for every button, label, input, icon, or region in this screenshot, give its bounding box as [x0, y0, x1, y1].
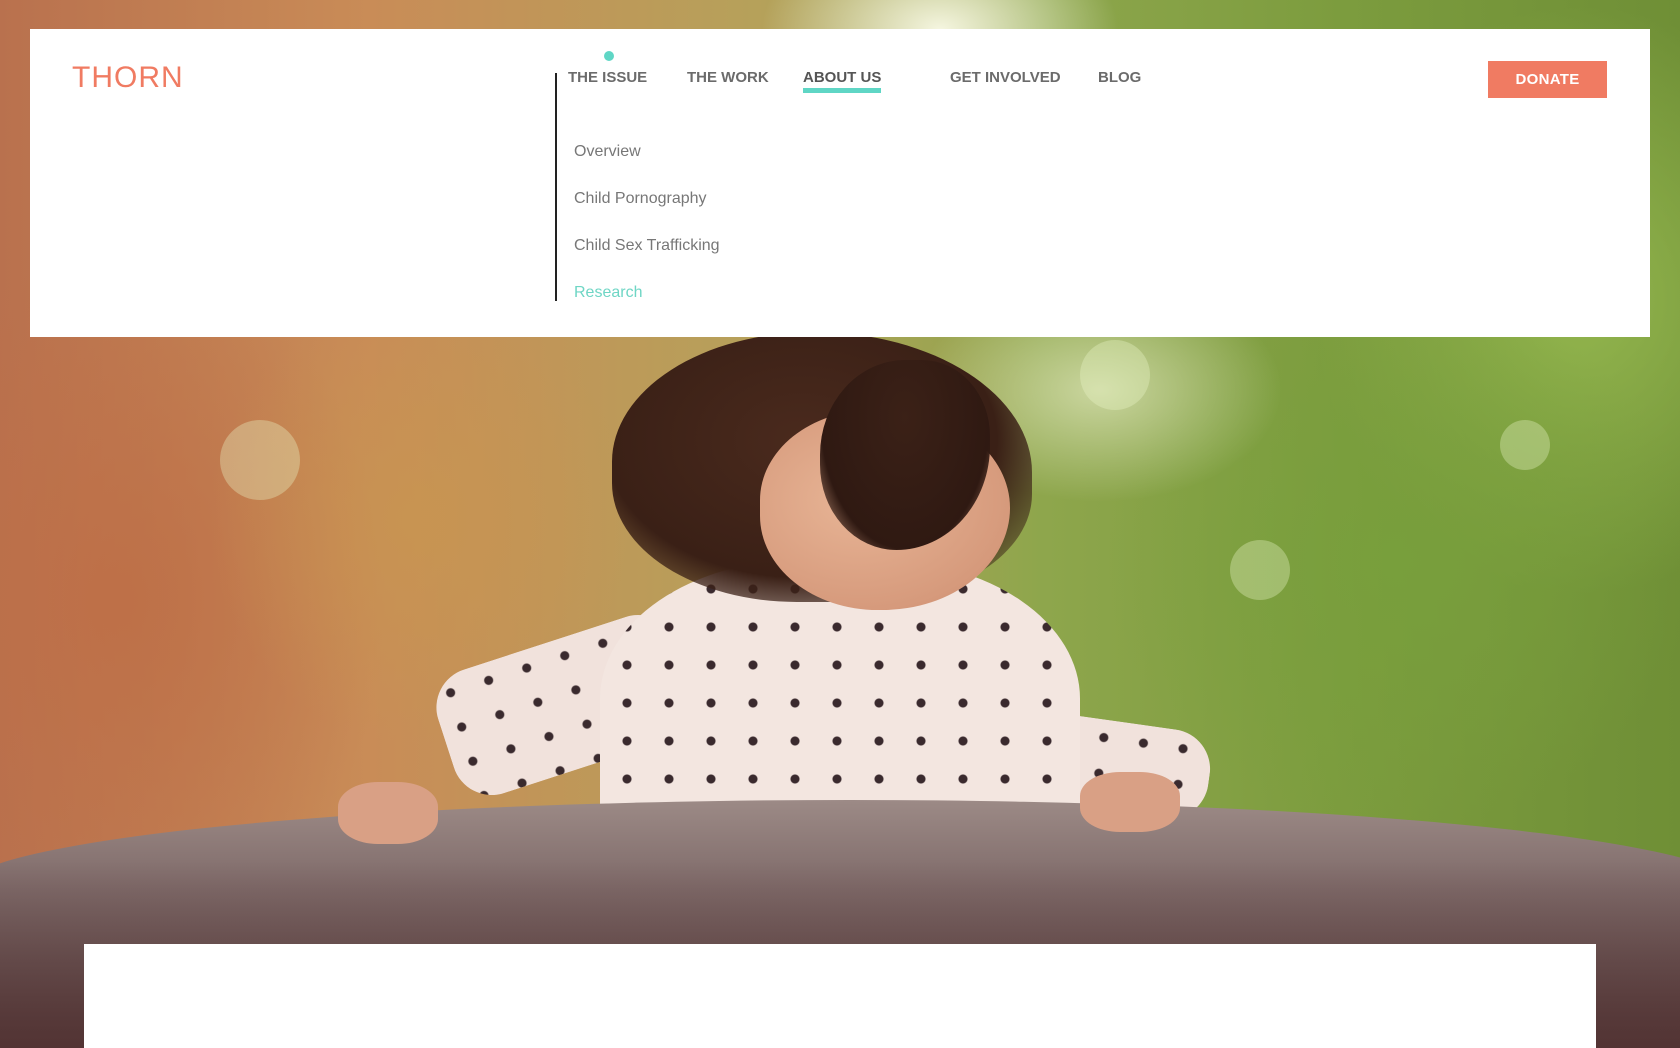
nav-blog[interactable]: BLOG: [1098, 69, 1141, 86]
child-hand: [338, 782, 438, 844]
bokeh-light: [1500, 420, 1550, 470]
bokeh-light: [1230, 540, 1290, 600]
nav-the-issue[interactable]: THE ISSUE: [568, 69, 647, 86]
nav-about-us[interactable]: ABOUT US: [803, 69, 882, 93]
dropdown-item-overview[interactable]: Overview: [574, 143, 720, 190]
content-card: [84, 944, 1596, 1048]
bokeh-light: [220, 420, 300, 500]
nav-get-involved[interactable]: GET INVOLVED: [950, 69, 1061, 86]
dropdown-divider: [555, 73, 557, 301]
thorn-logo[interactable]: THORN: [72, 61, 184, 95]
dropdown-item-child-sex-trafficking[interactable]: Child Sex Trafficking: [574, 237, 720, 284]
nav-about-us-label: ABOUT US: [803, 69, 882, 86]
donate-button[interactable]: DONATE: [1488, 61, 1607, 98]
active-indicator-dot: [604, 51, 614, 61]
active-underline: [803, 88, 882, 93]
nav-the-work[interactable]: THE WORK: [687, 69, 769, 86]
the-issue-dropdown: Overview Child Pornography Child Sex Tra…: [574, 143, 720, 331]
dropdown-item-research[interactable]: Research: [574, 284, 720, 331]
bokeh-light: [1080, 340, 1150, 410]
dropdown-item-child-pornography[interactable]: Child Pornography: [574, 190, 720, 237]
site-header: THORN THE ISSUE THE WORK ABOUT US GET IN…: [30, 29, 1650, 337]
child-hand: [1080, 772, 1180, 832]
